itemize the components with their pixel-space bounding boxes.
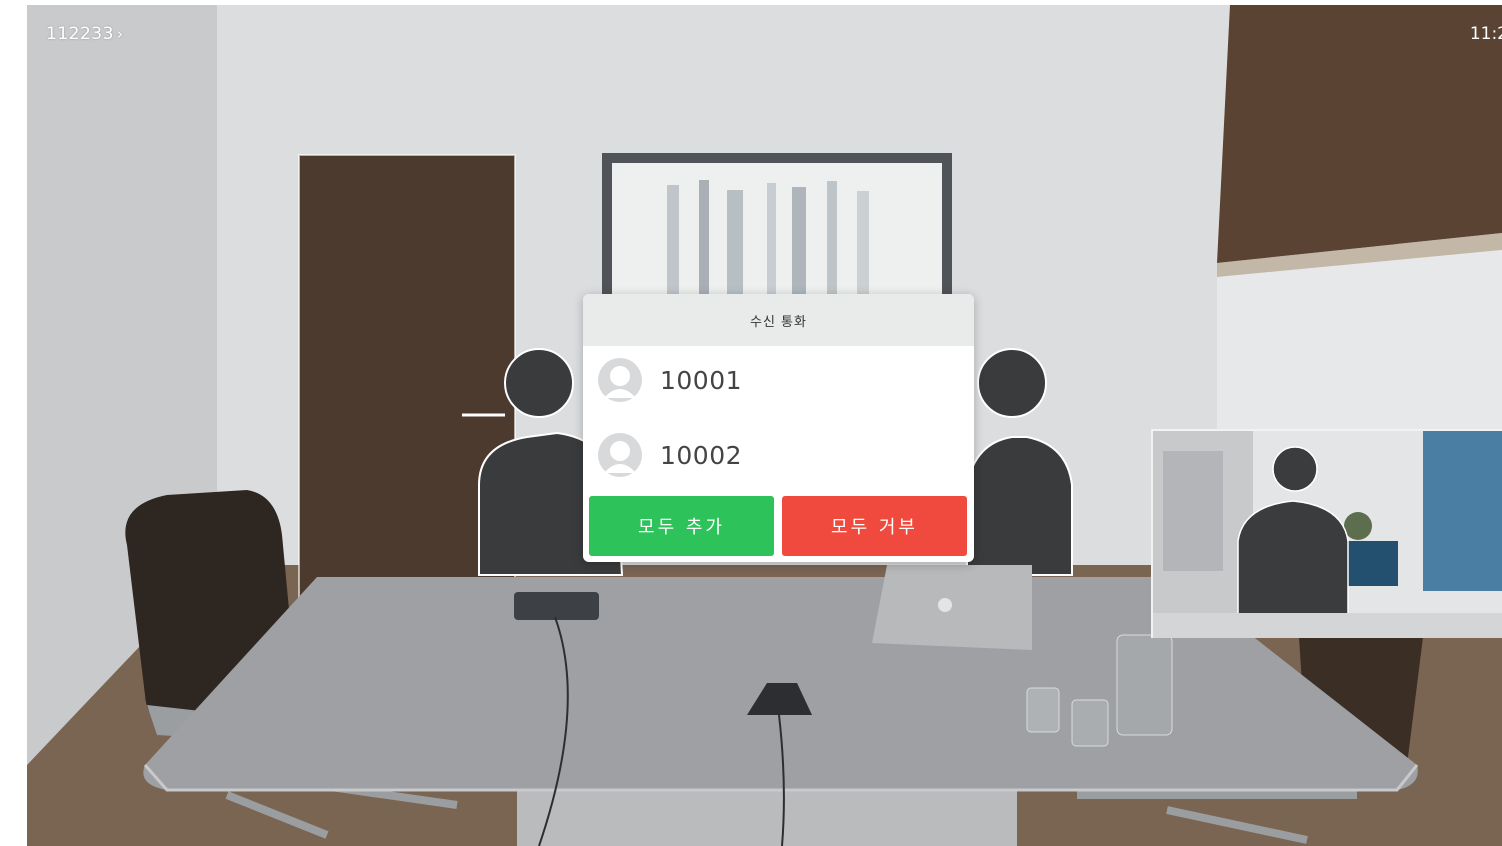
- user-avatar-icon: [598, 433, 642, 477]
- caller-number: 10002: [660, 440, 743, 470]
- incoming-calls-dialog: 수신 통화 10001 10002 모두 추가 모두 거부: [583, 294, 974, 562]
- caller-number: 10001: [660, 365, 743, 395]
- self-view-pip[interactable]: [1151, 429, 1502, 638]
- call-id-text: 112233: [46, 24, 114, 44]
- accept-all-button[interactable]: 모두 추가: [589, 496, 774, 556]
- clock: 11:2: [1469, 24, 1502, 44]
- caller-row[interactable]: 10001: [598, 358, 742, 402]
- video-call-screen: 112233› 11:2 수신 통화 10001: [27, 5, 1502, 846]
- caller-row[interactable]: 10002: [598, 433, 742, 477]
- laptop: [872, 565, 1032, 650]
- decline-all-button[interactable]: 모두 거부: [782, 496, 967, 556]
- self-view-feed: [1153, 431, 1502, 638]
- call-id-label[interactable]: 112233 ›: [46, 24, 123, 44]
- dialog-title: 수신 통화: [583, 294, 974, 346]
- user-avatar-icon: [598, 358, 642, 402]
- speakerphone: [514, 592, 599, 620]
- chevron-right-icon: ›: [116, 25, 124, 43]
